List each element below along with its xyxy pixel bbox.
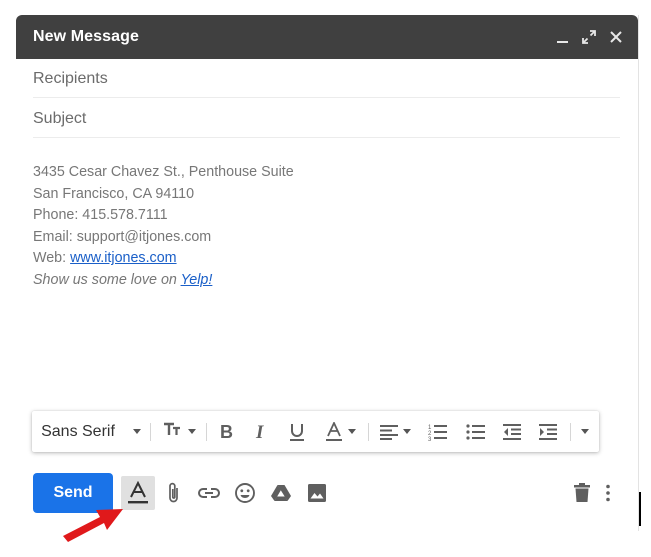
chevron-down-icon	[347, 429, 356, 434]
minimize-icon[interactable]	[553, 27, 573, 47]
drive-button[interactable]	[264, 476, 298, 510]
page: New Message Recipients Subject 3435 Cesa…	[0, 0, 651, 557]
font-size-button[interactable]	[156, 411, 202, 452]
close-icon[interactable]	[606, 27, 626, 47]
more-formatting-button[interactable]	[573, 411, 597, 452]
formatting-options-icon	[128, 481, 148, 504]
emoji-button[interactable]	[228, 476, 262, 510]
signature-email: Email: support@itjones.com	[33, 228, 212, 245]
bulleted-list-icon	[466, 423, 485, 440]
expand-icon[interactable]	[579, 27, 599, 47]
numbered-list-icon: 1 2 3	[428, 424, 447, 441]
annotation-arrow-icon	[63, 509, 123, 542]
signature-yelp-link[interactable]: Yelp!	[181, 272, 213, 288]
attach-icon	[169, 482, 178, 503]
indent-more-icon	[539, 423, 557, 440]
font-size-icon	[163, 420, 185, 443]
align-icon	[380, 424, 398, 440]
signature-web: Web: www.itjones.com	[33, 248, 294, 270]
attach-button[interactable]	[157, 476, 191, 510]
signature-block: 3435 Cesar Chavez St., Penthouse Suite S…	[33, 162, 294, 292]
indent-less-button[interactable]	[496, 411, 528, 452]
bold-button[interactable]: B	[212, 411, 242, 452]
underline-icon	[290, 423, 304, 441]
recipients-placeholder: Recipients	[33, 70, 108, 87]
toolbar-divider	[570, 423, 571, 441]
insert-photo-button[interactable]	[300, 476, 334, 510]
formatting-toolbar: Sans Serif B I 1 2 3	[32, 411, 599, 452]
font-family-label: Sans Serif	[41, 422, 115, 440]
discard-draft-button[interactable]	[565, 476, 599, 510]
chevron-down-icon	[403, 429, 411, 434]
bold-icon: B	[220, 423, 233, 441]
font-family-select[interactable]: Sans Serif	[36, 411, 146, 452]
text-color-icon	[325, 421, 342, 441]
signature-address: 3435 Cesar Chavez St., Penthouse Suite	[33, 164, 294, 180]
indent-more-button[interactable]	[532, 411, 564, 452]
subject-placeholder: Subject	[33, 110, 87, 127]
more-vert-icon	[606, 484, 610, 502]
signature-web-label: Web:	[33, 250, 71, 267]
numbered-list-button[interactable]: 1 2 3	[422, 411, 454, 452]
toolbar-divider	[150, 423, 151, 441]
align-button[interactable]	[374, 411, 416, 452]
signature-love: Show us some love on Yelp!	[33, 270, 294, 292]
trash-icon	[574, 483, 590, 502]
subject-field[interactable]: Subject	[33, 99, 620, 138]
italic-icon: I	[255, 423, 264, 441]
more-options-icon	[581, 429, 589, 434]
text-color-button[interactable]	[320, 411, 360, 452]
compose-title: New Message	[33, 28, 140, 45]
compose-titlebar[interactable]: New Message	[16, 15, 638, 59]
underline-button[interactable]	[282, 411, 312, 452]
emoji-icon	[235, 483, 255, 503]
chevron-down-icon	[132, 429, 141, 434]
signature-phone: Phone: 415.578.7111	[33, 207, 168, 224]
toolbar-divider	[368, 423, 369, 441]
svg-text:3: 3	[428, 437, 432, 441]
more-options-button[interactable]	[596, 476, 620, 510]
signature-love-text: Show us some love on	[33, 271, 181, 288]
svg-text:I: I	[255, 423, 264, 441]
link-icon	[198, 488, 220, 498]
indent-less-icon	[503, 423, 521, 440]
bulleted-list-button[interactable]	[460, 411, 492, 452]
italic-button[interactable]: I	[246, 411, 276, 452]
insert-link-button[interactable]	[192, 476, 226, 510]
svg-text:B: B	[220, 423, 233, 441]
photo-icon	[308, 484, 326, 502]
edge-divider	[639, 492, 641, 526]
recipients-field[interactable]: Recipients	[33, 59, 620, 98]
signature-city: San Francisco, CA 94110	[33, 185, 195, 202]
chevron-down-icon	[187, 429, 196, 434]
toolbar-divider	[206, 423, 207, 441]
signature-web-link[interactable]: www.itjones.com	[70, 250, 176, 266]
drive-icon	[271, 485, 291, 501]
